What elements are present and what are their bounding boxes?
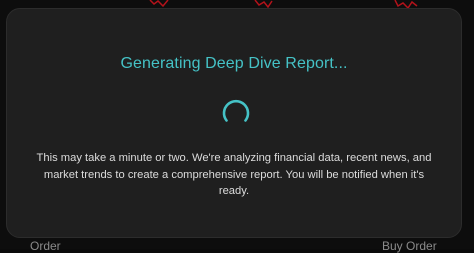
order-tab-label[interactable]: Order: [30, 239, 61, 253]
modal-message: This may take a minute or two. We're ana…: [36, 152, 432, 197]
report-progress-modal: Generating Deep Dive Report... This may …: [6, 8, 462, 238]
loading-spinner-icon: [222, 99, 250, 122]
buy-order-button[interactable]: Buy Order: [382, 239, 437, 253]
modal-title: Generating Deep Dive Report...: [120, 55, 348, 72]
